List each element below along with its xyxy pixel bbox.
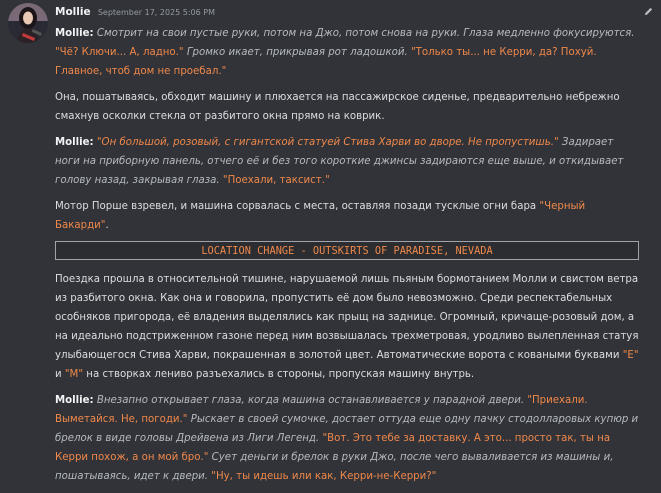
letter-m: "M"	[64, 369, 84, 380]
avatar[interactable]	[8, 3, 48, 43]
conjunction: и	[55, 369, 62, 380]
location-change-text: LOCATION CHANGE - OUTSKIRTS OF PARADISE,…	[201, 244, 493, 257]
letter-e: "E"	[622, 350, 639, 361]
pencil-icon	[644, 7, 652, 15]
narration-text: Поездка прошла в относительной тишине, н…	[55, 274, 639, 361]
location-change-box: LOCATION CHANGE - OUTSKIRTS OF PARADISE,…	[55, 241, 639, 260]
paragraph-2: Она, пошатываясь, обходит машину и плюха…	[55, 92, 620, 122]
punctuation: .	[105, 220, 109, 231]
speaker-label: Mollie:	[55, 28, 94, 39]
paragraph-1: Mollie: Смотрит на свои пустые руки, пот…	[55, 24, 639, 81]
action-text: Смотрит на свои пустые руки, потом на Дж…	[96, 28, 635, 39]
paragraph-3: Mollie: "Он большой, розовый, с гигантск…	[55, 133, 639, 190]
edit-button[interactable]	[641, 4, 655, 18]
message-content: Mollie: Смотрит на свои пустые руки, пот…	[55, 24, 639, 493]
paragraph-6: Mollie: Внезапно открывает глаза, когда …	[55, 391, 639, 486]
username[interactable]: Mollie	[55, 6, 91, 18]
quote-text: "Он большой, розовый, с гигантской стату…	[96, 137, 559, 148]
action-text: Внезапно открывает глаза, когда машина о…	[96, 395, 525, 406]
quote-text: "Поехали, таксист."	[222, 175, 330, 186]
narration-text: Мотор Порше взревел, и машина сорвалась …	[55, 201, 537, 212]
paragraph-4: Мотор Порше взревел, и машина сорвалась …	[55, 197, 639, 235]
speaker-label: Mollie:	[55, 395, 94, 406]
quote-text: "Ну, ты идешь или как, Керри-не-Керри?"	[211, 471, 437, 482]
speaker-label: Mollie:	[55, 137, 94, 148]
narration-text: на створках лениво разъехались в стороны…	[86, 369, 475, 380]
action-text: Громко икает, прикрывая рот ладошкой.	[186, 47, 408, 58]
quote-text: "Чё? Ключи... А, ладно."	[55, 47, 184, 58]
message-header: Mollie September 17, 2025 5:06 PM	[55, 6, 215, 18]
paragraph-5: Поездка прошла в относительной тишине, н…	[55, 270, 639, 384]
timestamp[interactable]: September 17, 2025 5:06 PM	[98, 8, 215, 17]
